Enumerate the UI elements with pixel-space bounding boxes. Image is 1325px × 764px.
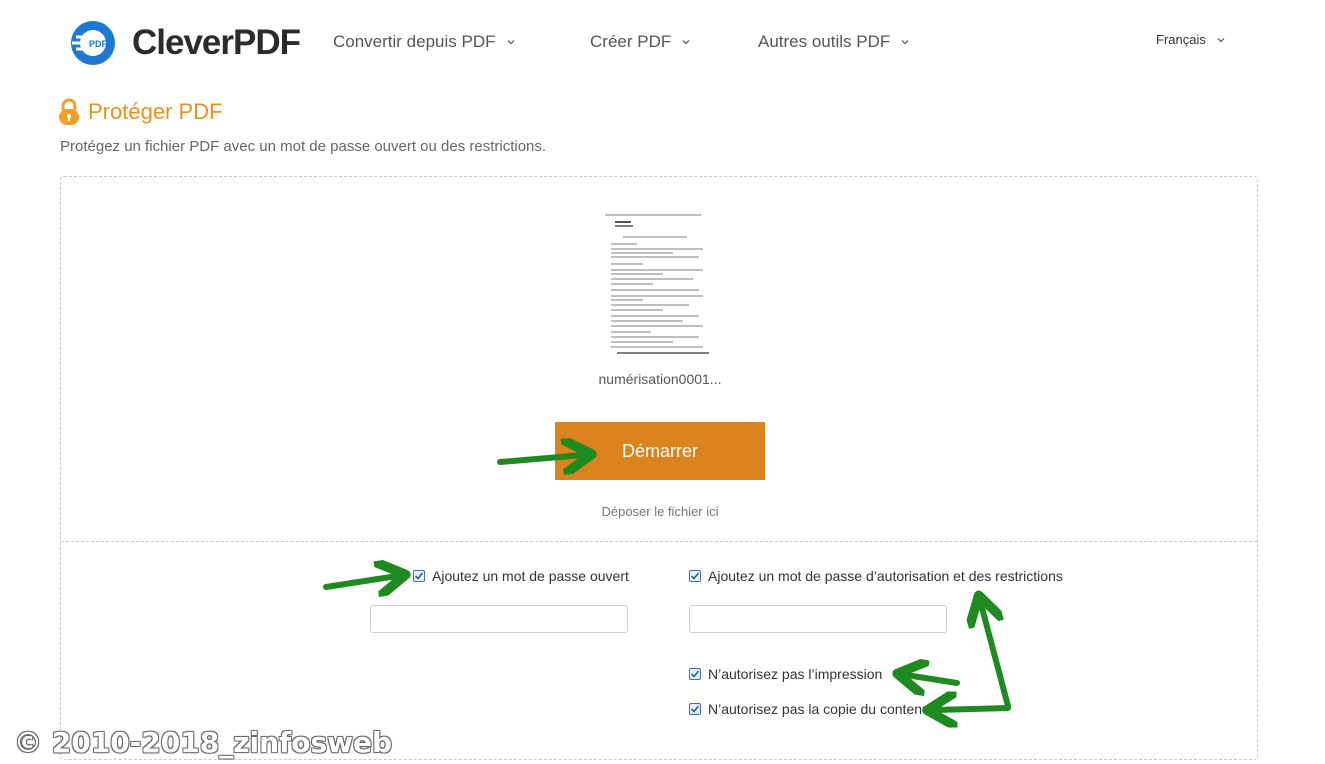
brand-logo[interactable]: PDF CleverPDF <box>70 20 301 66</box>
no-print-checkbox[interactable] <box>689 668 701 680</box>
cleverpdf-logo-icon: PDF <box>71 21 115 65</box>
nav-label: Créer PDF <box>590 32 672 51</box>
chevron-down-icon <box>682 40 690 45</box>
page-heading: Protéger PDF <box>58 98 223 126</box>
section-divider <box>61 541 1257 542</box>
checkmark-icon <box>690 705 700 713</box>
nav-create-pdf[interactable]: Créer PDF <box>590 32 691 52</box>
nav-label: Autres outils PDF <box>758 32 891 51</box>
lock-icon <box>59 98 79 125</box>
chevron-down-icon <box>901 40 909 45</box>
open-password-checkbox[interactable] <box>413 570 425 582</box>
no-copy-checkbox[interactable] <box>689 703 701 715</box>
drop-hint: Déposer le fichier ici <box>601 504 719 519</box>
nav-other-tools[interactable]: Autres outils PDF <box>758 32 910 52</box>
no-copy-option[interactable]: N’autorisez pas la copie du contenu <box>689 701 930 717</box>
document-preview-icon <box>603 212 715 358</box>
no-print-label: N’autorisez pas l’impression <box>708 666 883 682</box>
chevron-down-icon <box>507 40 515 45</box>
copyright-watermark: © 2010-2018_zinfosweb <box>14 726 393 759</box>
language-selector[interactable]: Français <box>1156 32 1226 47</box>
open-password-label: Ajoutez un mot de passe ouvert <box>432 568 629 584</box>
uploaded-filename: numérisation0001... <box>598 371 722 387</box>
open-password-option[interactable]: Ajoutez un mot de passe ouvert <box>413 568 629 584</box>
no-copy-label: N’autorisez pas la copie du contenu <box>708 701 930 717</box>
permission-password-input[interactable] <box>689 605 947 633</box>
svg-text:PDF: PDF <box>89 39 108 49</box>
file-dropzone[interactable]: numérisation0001... Démarrer Déposer le … <box>60 176 1258 760</box>
start-button[interactable]: Démarrer <box>555 422 765 480</box>
language-label: Français <box>1156 32 1206 47</box>
page-subtitle: Protégez un fichier PDF avec un mot de p… <box>60 138 547 155</box>
checkmark-icon <box>690 670 700 678</box>
nav-label: Convertir depuis PDF <box>333 32 496 51</box>
brand-name: CleverPDF <box>132 23 301 62</box>
checkmark-icon <box>414 572 424 580</box>
top-header: PDF CleverPDF Convertir depuis PDF Créer… <box>0 0 1325 86</box>
chevron-down-icon <box>1217 37 1225 42</box>
pdf-thumbnail[interactable] <box>603 212 715 358</box>
permission-password-checkbox[interactable] <box>689 570 701 582</box>
page-title: Protéger PDF <box>88 99 223 124</box>
no-print-option[interactable]: N’autorisez pas l’impression <box>689 666 882 682</box>
checkmark-icon <box>690 572 700 580</box>
permission-password-label: Ajoutez un mot de passe d’autorisation e… <box>708 568 1063 584</box>
permission-password-option[interactable]: Ajoutez un mot de passe d’autorisation e… <box>689 568 1063 584</box>
nav-convert-from-pdf[interactable]: Convertir depuis PDF <box>333 32 516 52</box>
open-password-input[interactable] <box>370 605 628 633</box>
